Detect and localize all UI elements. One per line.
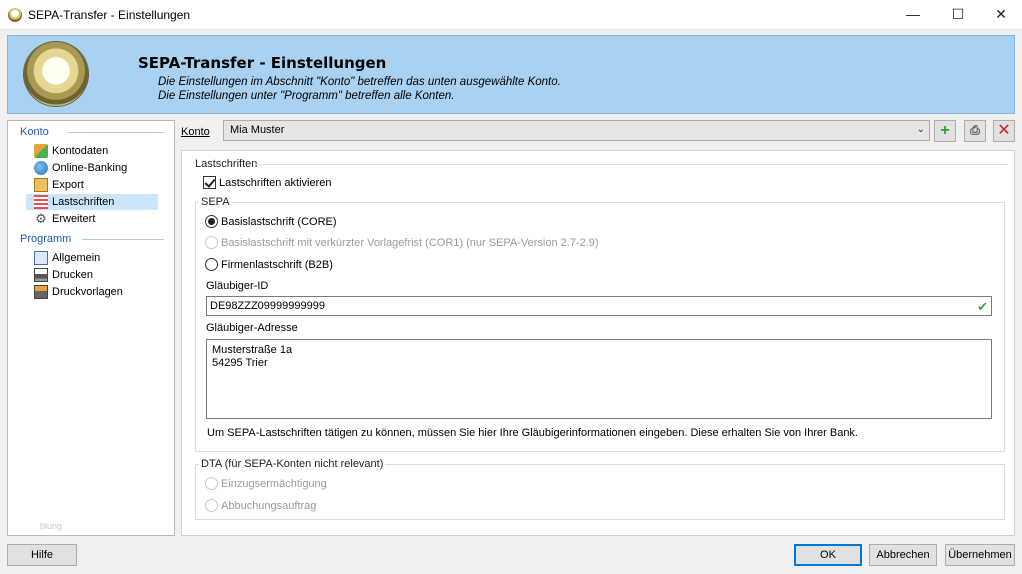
- radio-label: Abbuchungsauftrag: [221, 499, 317, 512]
- radio-label: Firmenlastschrift (B2B): [221, 258, 333, 271]
- globe-icon: [34, 161, 48, 175]
- radio-firmenlastschrift[interactable]: Firmenlastschrift (B2B): [205, 258, 333, 271]
- checkmark-icon: ✔: [977, 299, 988, 314]
- close-button[interactable]: ✕: [978, 0, 1022, 30]
- printer-icon: ⎙: [970, 123, 980, 137]
- creditor-id-label: Gläubiger-ID: [206, 280, 269, 292]
- radio-label: Basislastschrift mit verkürzter Vorlagef…: [221, 236, 599, 249]
- sidebar-item-label: Erweitert: [52, 213, 96, 225]
- delete-icon: ✕: [997, 122, 1011, 139]
- settings-panel: Lastschriften Lastschriften aktivieren S…: [181, 150, 1015, 536]
- sidebar: Konto Kontodaten Online-Banking Export L…: [7, 120, 175, 536]
- add-account-button[interactable]: +: [934, 120, 956, 142]
- konto-select[interactable]: Mia Muster ⌄: [223, 120, 930, 141]
- sepa-info-text: Um SEPA-Lastschriften tätigen zu können,…: [207, 427, 858, 439]
- sidebar-item-online-banking[interactable]: Online-Banking: [32, 160, 158, 176]
- sidebar-item-export[interactable]: Export: [32, 177, 158, 193]
- radio-einzugsermaechtigung[interactable]: Einzugsermächtigung: [205, 477, 327, 490]
- radio-basislastschrift[interactable]: Basislastschrift (CORE): [205, 215, 337, 228]
- sidebar-item-druckvorlagen[interactable]: Druckvorlagen: [32, 284, 158, 300]
- radio-abbuchungsauftrag[interactable]: Abbuchungsauftrag: [205, 499, 316, 512]
- printer-icon: [34, 268, 48, 282]
- title-bar: SEPA-Transfer - Einstellungen — ☐ ✕: [0, 0, 1022, 30]
- minimize-button[interactable]: —: [890, 0, 936, 30]
- dta-group-label: DTA (für SEPA-Konten nicht relevant): [199, 458, 386, 470]
- radio-selected-icon: [205, 215, 218, 228]
- header-subtitle-2: Die Einstellungen unter "Programm" betre…: [158, 90, 455, 102]
- window-title: SEPA-Transfer - Einstellungen: [28, 8, 191, 22]
- radio-basislastschrift-cor1[interactable]: Basislastschrift mit verkürzter Vorlagef…: [205, 236, 599, 249]
- lastschriften-group-label: Lastschriften: [195, 158, 258, 170]
- settings-window-icon: [34, 251, 48, 265]
- sidebar-section-konto: Konto: [20, 126, 49, 138]
- sidebar-item-label: Druckvorlagen: [52, 286, 123, 298]
- template-icon: [34, 285, 48, 299]
- sidebar-item-label: Kontodaten: [52, 145, 109, 157]
- sidebar-item-kontodaten[interactable]: Kontodaten: [32, 143, 158, 159]
- radio-label: Basislastschrift (CORE): [221, 215, 337, 228]
- creditor-id-value: DE98ZZZ09999999999: [210, 300, 325, 312]
- debit-icon: [34, 195, 48, 209]
- creditor-address-field[interactable]: Musterstraße 1a 54295 Trier: [206, 339, 992, 419]
- bank-icon: [34, 144, 48, 158]
- cancel-button[interactable]: Abbrechen: [869, 544, 937, 566]
- sidebar-item-label: Drucken: [52, 269, 93, 281]
- sepa-group-label: SEPA: [199, 196, 232, 208]
- sidebar-item-label: Lastschriften: [52, 196, 115, 208]
- radio-icon: [205, 477, 218, 490]
- app-icon: [8, 8, 22, 22]
- divider: [82, 239, 164, 240]
- export-icon: [34, 178, 48, 192]
- radio-label: Einzugsermächtigung: [221, 477, 327, 490]
- sidebar-item-label: Export: [52, 179, 84, 191]
- konto-select-value: Mia Muster: [230, 124, 285, 136]
- maximize-button[interactable]: ☐: [935, 0, 981, 30]
- header-banner: SEPA-Transfer - Einstellungen Die Einste…: [7, 35, 1015, 114]
- header-subtitle-1: Die Einstellungen im Abschnitt "Konto" b…: [158, 76, 561, 88]
- address-line: 54295 Trier: [212, 357, 268, 369]
- creditor-id-field[interactable]: DE98ZZZ09999999999 ✔: [206, 296, 992, 316]
- ok-button[interactable]: OK: [794, 544, 862, 566]
- sidebar-item-erweitert[interactable]: ⚙ Erweitert: [32, 211, 158, 227]
- sidebar-item-label: Online-Banking: [52, 162, 128, 174]
- watermark: blung: [40, 521, 63, 531]
- delete-account-button[interactable]: ✕: [993, 120, 1015, 142]
- sidebar-item-allgemein[interactable]: Allgemein: [32, 250, 158, 266]
- checkbox-label: Lastschriften aktivieren: [219, 176, 332, 189]
- konto-label: Konto: [181, 126, 210, 138]
- gear-icon: ⚙: [35, 211, 47, 226]
- main-content: Konto Mia Muster ⌄ + ⎙ ✕ Lastschriften L…: [181, 120, 1015, 536]
- radio-icon: [205, 236, 218, 249]
- creditor-address-label: Gläubiger-Adresse: [206, 322, 298, 334]
- checkbox-checked-icon: [203, 176, 216, 189]
- dta-group: [195, 464, 1005, 520]
- sidebar-item-lastschriften[interactable]: Lastschriften: [26, 194, 158, 210]
- header-title: SEPA-Transfer - Einstellungen: [138, 54, 387, 72]
- radio-icon: [205, 499, 218, 512]
- sepa-logo-icon: [24, 42, 88, 106]
- divider: [68, 132, 164, 133]
- sidebar-item-label: Allgemein: [52, 252, 101, 264]
- plus-icon: +: [940, 122, 950, 139]
- sidebar-item-drucken[interactable]: Drucken: [32, 267, 158, 283]
- help-button[interactable]: Hilfe: [7, 544, 77, 566]
- address-line: Musterstraße 1a: [212, 344, 293, 356]
- apply-button[interactable]: Übernehmen: [945, 544, 1015, 566]
- chevron-down-icon: ⌄: [916, 124, 925, 135]
- activate-lastschriften-checkbox[interactable]: Lastschriften aktivieren: [203, 176, 332, 189]
- sidebar-section-programm: Programm: [20, 233, 72, 245]
- radio-icon: [205, 258, 218, 271]
- print-button[interactable]: ⎙: [964, 120, 986, 142]
- divider: [255, 164, 1007, 165]
